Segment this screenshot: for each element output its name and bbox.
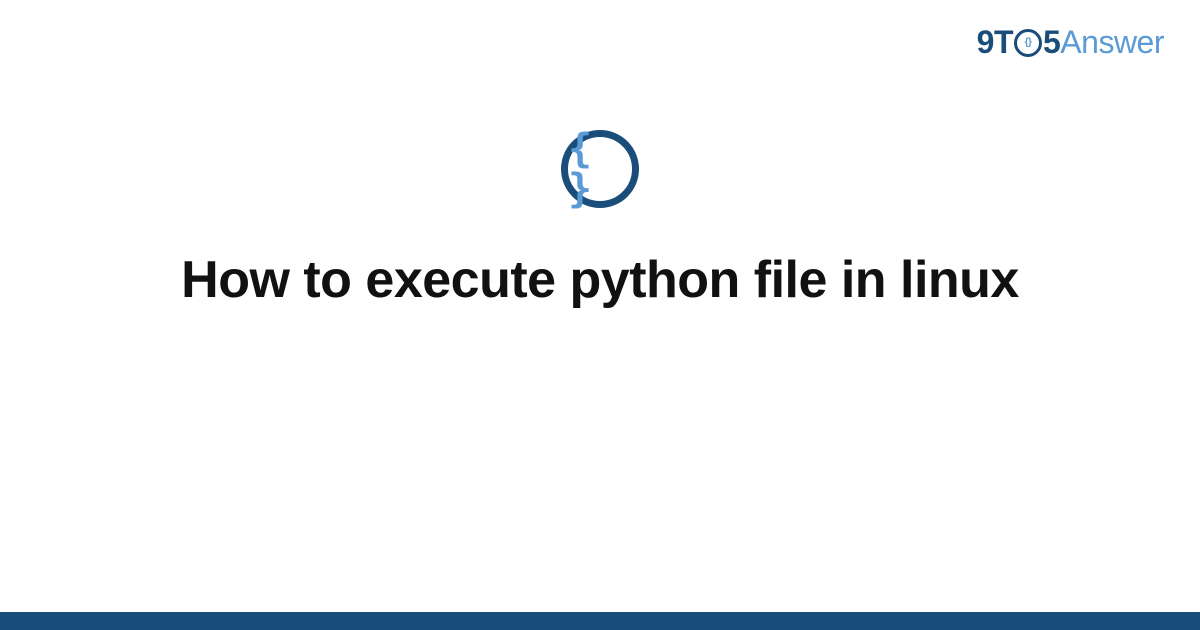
main-content: { } How to execute python file in linux	[0, 130, 1200, 310]
clock-icon: {}	[1014, 29, 1042, 57]
footer-bar	[0, 612, 1200, 630]
logo-text-9t: 9T	[977, 24, 1013, 61]
logo-text-answer: Answer	[1060, 24, 1164, 61]
braces-glyph: { }	[568, 129, 632, 209]
code-braces-icon: { }	[561, 130, 639, 208]
page-title: How to execute python file in linux	[181, 250, 1019, 310]
clock-inner-braces: {}	[1025, 38, 1032, 48]
site-logo: 9T {} 5 Answer	[977, 24, 1164, 61]
logo-text-5: 5	[1043, 24, 1060, 61]
